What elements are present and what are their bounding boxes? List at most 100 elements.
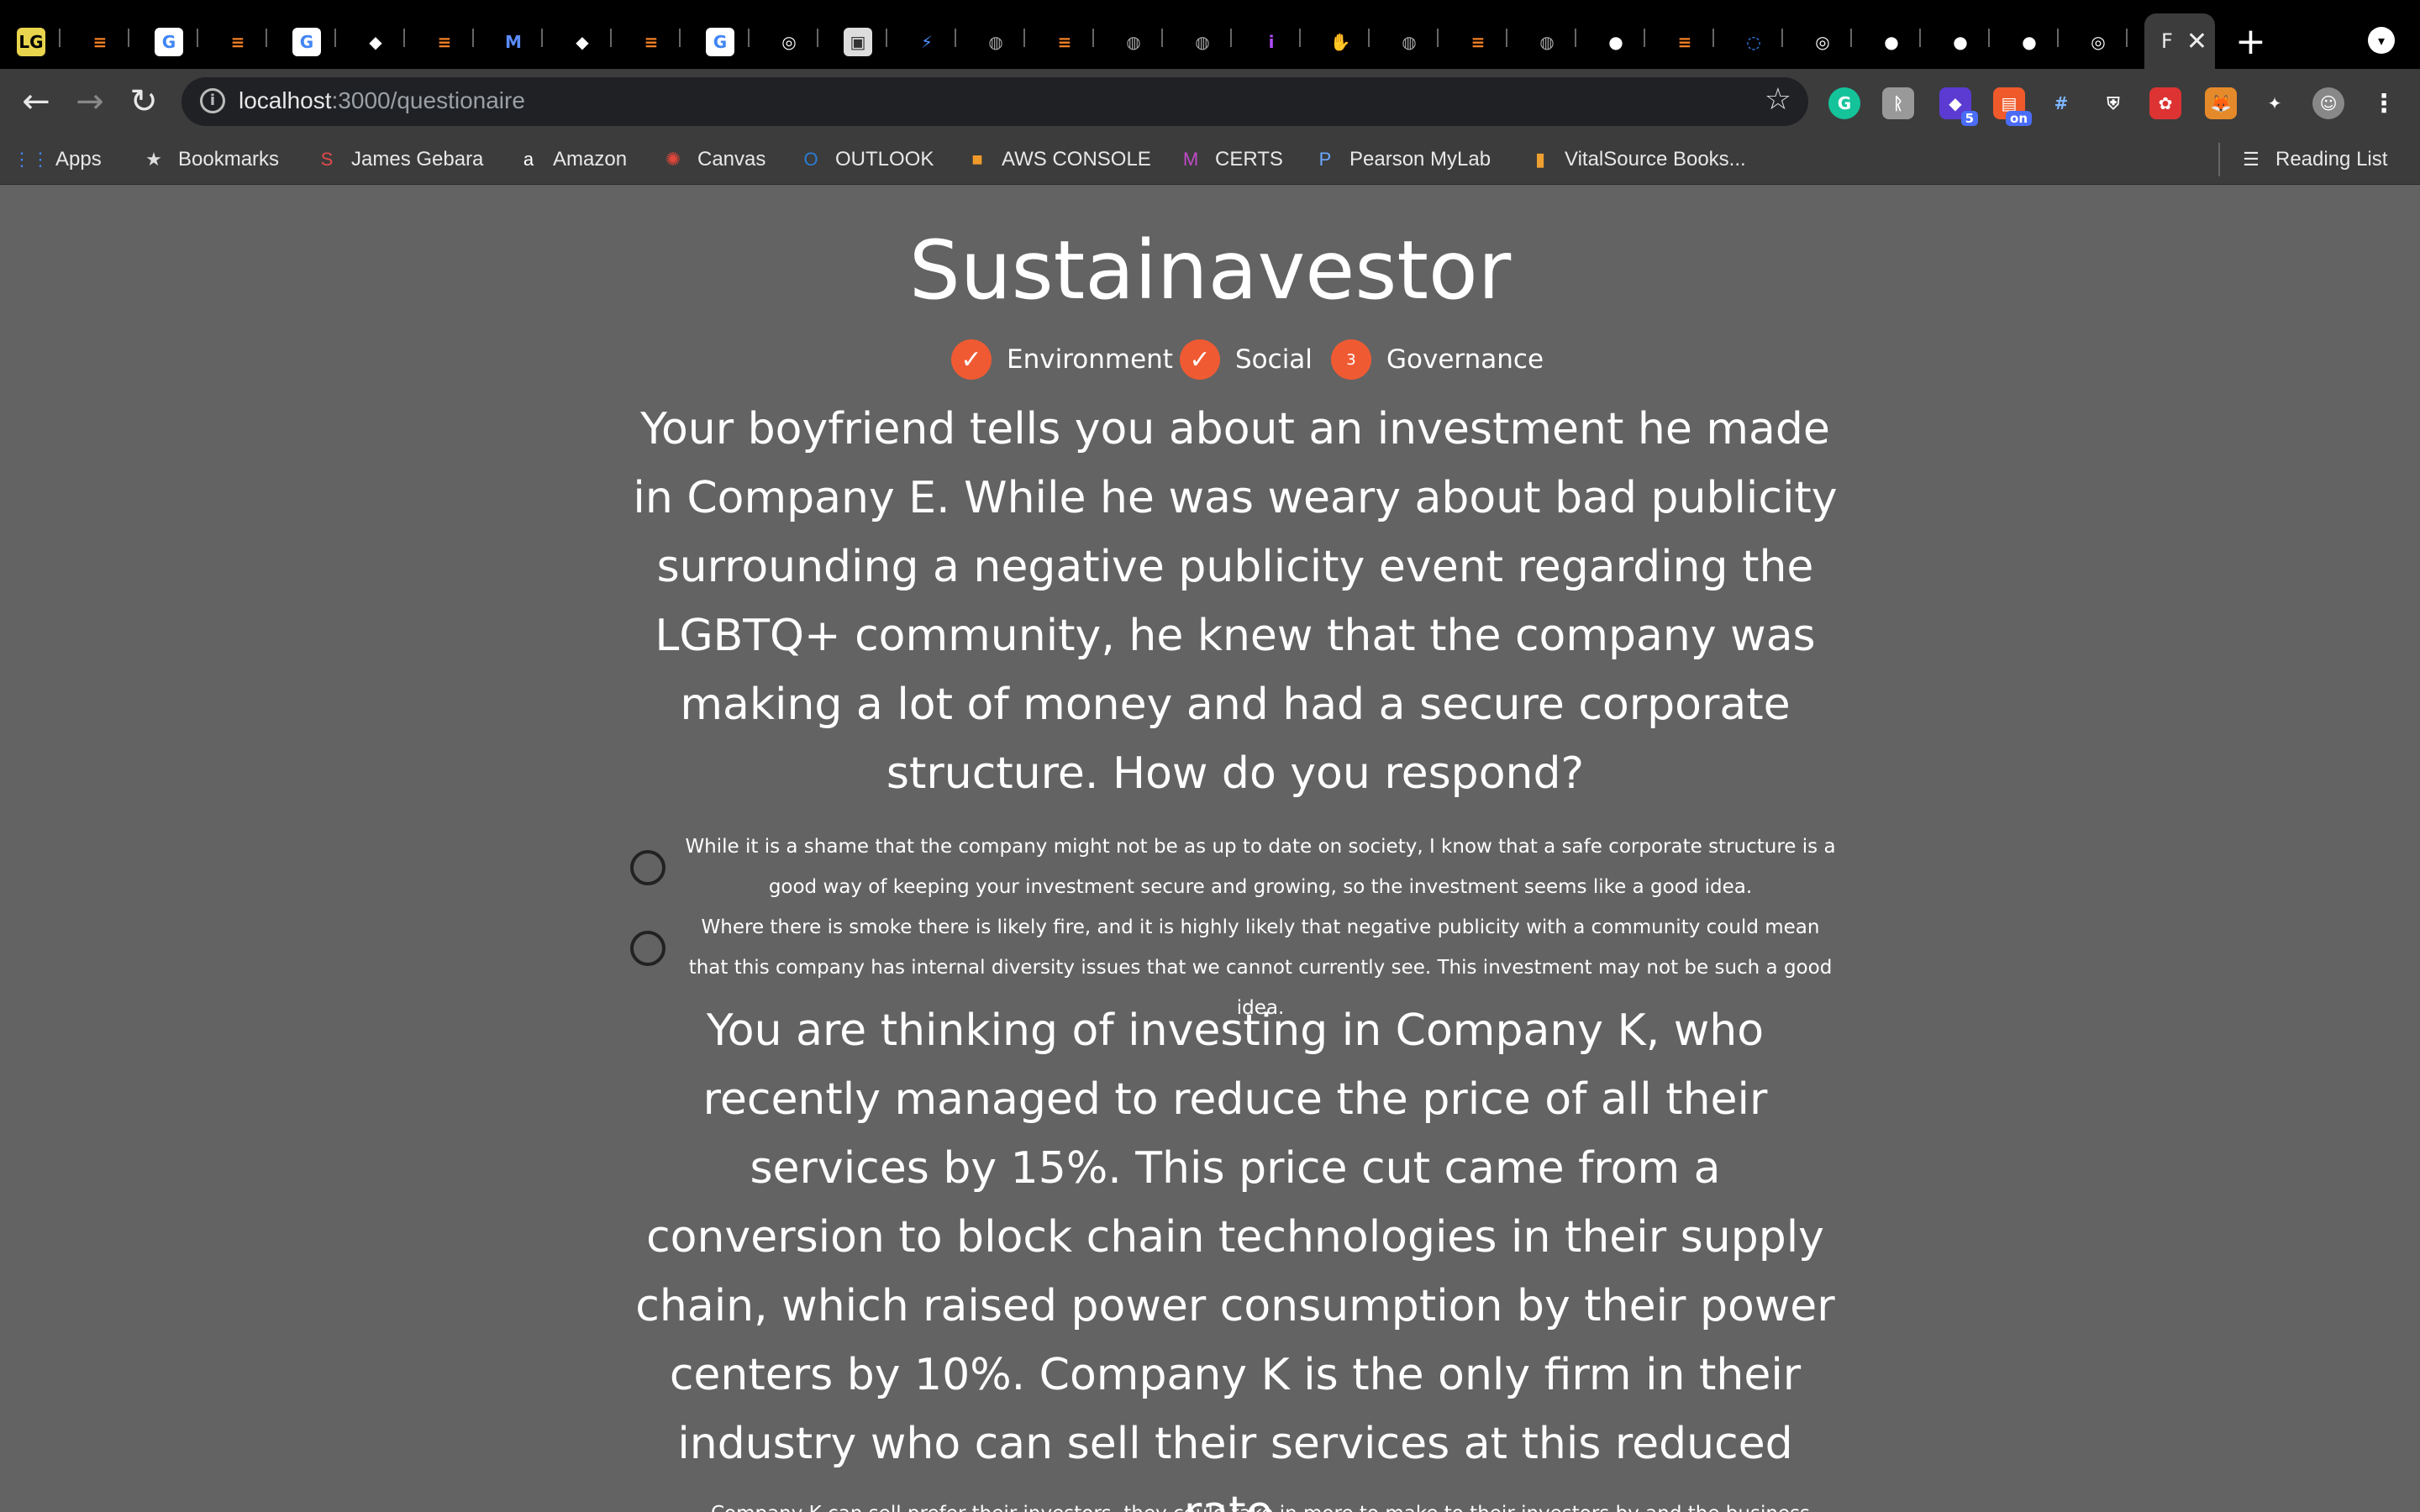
bookmark-icon: ▮ bbox=[1534, 149, 1546, 170]
url-text[interactable]: localhost:3000/questionaire bbox=[239, 87, 525, 114]
metamask-fox-icon[interactable]: 🦊 bbox=[2205, 87, 2237, 119]
tab-favicon-icon: G bbox=[292, 28, 321, 56]
browser-tab[interactable]: ● bbox=[2015, 18, 2059, 66]
extensions-puzzle-icon[interactable]: ✦ bbox=[2259, 87, 2291, 119]
grammarly-extension-icon[interactable]: G bbox=[1828, 87, 1860, 119]
browser-tab[interactable]: M bbox=[499, 18, 543, 66]
bookmark-item[interactable]: S James Gebara bbox=[314, 144, 484, 175]
browser-tab[interactable]: ◎ bbox=[2084, 18, 2128, 66]
browser-tab[interactable]: ● bbox=[1877, 18, 1921, 66]
step-label: Governance bbox=[1386, 344, 1544, 375]
browser-tab[interactable]: ◎ bbox=[1808, 18, 1852, 66]
extension-icon[interactable]: ᚱ bbox=[1882, 87, 1914, 119]
red-extension-icon[interactable]: ✿ bbox=[2149, 87, 2181, 119]
tab-favicon-icon: ◌ bbox=[1739, 28, 1768, 56]
bookmark-label: Bookmarks bbox=[178, 148, 280, 171]
browser-tab[interactable]: ≡ bbox=[86, 18, 129, 66]
new-tab-button[interactable]: + bbox=[2235, 18, 2266, 66]
browser-tab[interactable]: G bbox=[155, 18, 198, 66]
bookmark-item[interactable]: ✺ Canvas bbox=[660, 144, 766, 175]
radio-button[interactable] bbox=[630, 850, 666, 885]
bookmark-item[interactable]: ■ AWS CONSOLE bbox=[965, 144, 1150, 175]
question-2-text: You are thinking of investing in Company… bbox=[635, 1005, 1835, 1512]
address-bar[interactable]: i localhost:3000/questionaire ☆ bbox=[182, 77, 1808, 126]
browser-tab[interactable]: ≡ bbox=[1464, 18, 1507, 66]
answer-option[interactable]: Where there is smoke there is likely fir… bbox=[630, 907, 1840, 1019]
bookmark-label: Apps bbox=[55, 148, 102, 171]
browser-tab[interactable]: ⚡ bbox=[913, 18, 956, 66]
page-title: Sustainavestor bbox=[908, 223, 1512, 318]
tab-search-icon[interactable]: ▾ bbox=[2368, 27, 2395, 54]
browser-tab[interactable]: ≡ bbox=[224, 18, 267, 66]
reading-list-icon: ☰ bbox=[2243, 149, 2260, 170]
step-social: ✓ Social bbox=[1180, 338, 1313, 381]
tab-separator bbox=[955, 29, 956, 47]
browser-tab[interactable]: ◌ bbox=[1739, 18, 1783, 66]
extension-on-icon[interactable]: ▤ on bbox=[1993, 87, 2032, 126]
bookmark-item[interactable]: a Amazon bbox=[516, 144, 627, 175]
bookmarks-bar: ☰ Reading List ⋮⋮ Apps ★ Bookmarks S James Ge… bbox=[0, 134, 2420, 185]
shield-extension-icon[interactable]: ⛨ bbox=[2097, 87, 2129, 119]
answer-option[interactable]: Company K can sell prefer their investor… bbox=[630, 1494, 1840, 1512]
browser-tab[interactable]: ◆ bbox=[361, 18, 405, 66]
tab-favicon-icon: ≡ bbox=[1464, 28, 1492, 56]
browser-tab[interactable]: ✋ bbox=[1326, 18, 1370, 66]
bookmarks-divider bbox=[2218, 143, 2220, 176]
browser-tab[interactable]: i bbox=[1257, 18, 1301, 66]
browser-tab[interactable]: ≡ bbox=[1050, 18, 1094, 66]
browser-tab[interactable]: ▣ bbox=[844, 18, 887, 66]
back-icon[interactable]: ← bbox=[15, 81, 57, 123]
browser-tab[interactable]: ◍ bbox=[981, 18, 1025, 66]
bookmark-item[interactable]: ⋮⋮ Apps bbox=[13, 144, 102, 175]
tab-separator bbox=[1644, 29, 1645, 47]
tab-favicon-icon: ◍ bbox=[1533, 28, 1561, 56]
browser-tab[interactable]: ◍ bbox=[1188, 18, 1232, 66]
tab-separator bbox=[1299, 29, 1301, 47]
browser-tab[interactable]: G bbox=[292, 18, 336, 66]
tab-separator bbox=[128, 29, 129, 47]
tab-favicon-icon: ◍ bbox=[1395, 28, 1423, 56]
browser-tab[interactable]: ◍ bbox=[1119, 18, 1163, 66]
browser-tab[interactable]: ◎ bbox=[775, 18, 818, 66]
browser-tab[interactable]: ≡ bbox=[637, 18, 681, 66]
profile-avatar[interactable]: ☺ bbox=[2312, 87, 2344, 119]
forward-icon[interactable]: → bbox=[69, 81, 111, 123]
bookmark-icon: ⋮⋮ bbox=[13, 149, 50, 170]
bookmark-item[interactable]: ▮ VitalSource Books... bbox=[1528, 144, 1746, 175]
reading-list-button[interactable]: ☰ Reading List bbox=[2238, 144, 2387, 175]
browser-tab[interactable]: ≡ bbox=[430, 18, 474, 66]
tab-separator bbox=[1230, 29, 1232, 47]
close-tab-icon[interactable]: ✕ bbox=[2186, 27, 2207, 56]
bookmark-label: Pearson MyLab bbox=[1349, 148, 1491, 171]
step-environment: ✓ Environment bbox=[951, 338, 1173, 381]
bookmark-item[interactable]: O OUTLOOK bbox=[798, 144, 934, 175]
browser-tab[interactable]: ◍ bbox=[1395, 18, 1439, 66]
browser-tab[interactable]: ◍ bbox=[1533, 18, 1576, 66]
browser-tab[interactable]: ≡ bbox=[1670, 18, 1714, 66]
browser-tab[interactable]: G bbox=[706, 18, 750, 66]
site-info-icon[interactable]: i bbox=[200, 88, 225, 113]
bookmark-item[interactable]: P Pearson MyLab bbox=[1313, 144, 1491, 175]
answer-text[interactable]: While it is a shame that the company mig… bbox=[681, 827, 1840, 907]
radio-button[interactable] bbox=[630, 931, 666, 966]
menu-kebab-icon[interactable]: ⋮ bbox=[2368, 87, 2400, 119]
reload-icon[interactable]: ↻ bbox=[123, 81, 165, 123]
bookmark-label: Canvas bbox=[697, 148, 766, 171]
browser-tab[interactable]: LG bbox=[17, 18, 60, 66]
tab-favicon-icon: ● bbox=[1946, 28, 1975, 56]
active-tab[interactable]: F ✕ bbox=[2144, 13, 2215, 69]
step-label: Social bbox=[1235, 344, 1313, 375]
browser-tab[interactable]: ◆ bbox=[568, 18, 612, 66]
answer-option[interactable]: While it is a shame that the company mig… bbox=[630, 827, 1840, 907]
grid-extension-icon[interactable]: # bbox=[2045, 87, 2077, 119]
answer-text[interactable]: Company K can sell prefer their investor… bbox=[681, 1494, 1840, 1512]
browser-tab[interactable]: ● bbox=[1946, 18, 1990, 66]
browser-tab[interactable]: ● bbox=[1602, 18, 1645, 66]
bookmark-item[interactable]: M CERTS bbox=[1178, 144, 1283, 175]
bookmark-label: OUTLOOK bbox=[835, 148, 934, 171]
extension-badge-icon[interactable]: ◆ 5 bbox=[1939, 87, 1978, 126]
bookmark-item[interactable]: ★ Bookmarks bbox=[141, 144, 279, 175]
tab-separator bbox=[1850, 29, 1852, 47]
bookmark-star-icon[interactable]: ☆ bbox=[1765, 82, 1791, 117]
bookmark-label: Amazon bbox=[553, 148, 628, 171]
